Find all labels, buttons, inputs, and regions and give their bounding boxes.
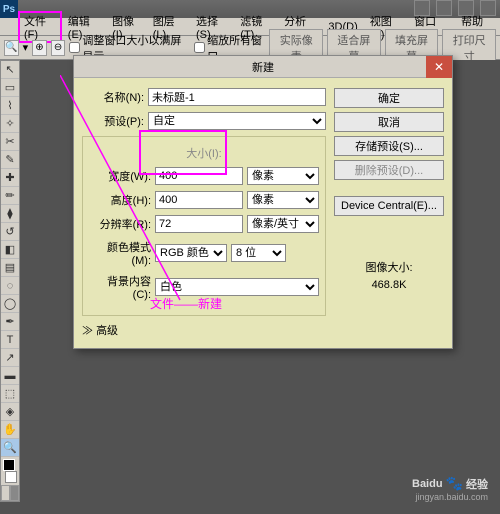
width-unit-select[interactable]: 像素	[247, 167, 319, 185]
lasso-tool-icon[interactable]: ⌇	[1, 97, 19, 115]
move-tool-icon[interactable]: ↖	[1, 61, 19, 79]
3d-cam-tool-icon[interactable]: ◈	[1, 403, 19, 421]
shape-tool-icon[interactable]: ▬	[1, 367, 19, 385]
new-dialog: 新建 ✕ 名称(N): 预设(P): 自定 大小(I): 宽度(W): 像素 高…	[73, 55, 453, 349]
marquee-tool-icon[interactable]: ▭	[1, 79, 19, 97]
toolbox: ↖ ▭ ⌇ ✧ ✂ ✎ ✚ ✏ ⧫ ↺ ◧ ▤ ◌ ◯ ✒ T ↗ ▬ ⬚ ◈ …	[0, 60, 20, 502]
height-input[interactable]	[155, 191, 243, 209]
title-icon-3[interactable]	[458, 0, 474, 16]
mode-select[interactable]: RGB 颜色	[155, 244, 227, 262]
eraser-tool-icon[interactable]: ◧	[1, 241, 19, 259]
annotation-text: 文件——新建	[150, 295, 222, 312]
save-preset-button[interactable]: 存储预设(S)...	[334, 136, 444, 156]
title-icon-1[interactable]	[414, 0, 430, 16]
3d-tool-icon[interactable]: ⬚	[1, 385, 19, 403]
ok-button[interactable]: 确定	[334, 88, 444, 108]
watermark: Baidu🐾经验 jingyan.baidu.com	[412, 475, 488, 502]
width-input[interactable]	[155, 167, 243, 185]
hand-tool-icon[interactable]: ✋	[1, 421, 19, 439]
preset-label: 预设(P):	[82, 113, 144, 129]
brush-tool-icon[interactable]: ✏	[1, 187, 19, 205]
close-icon[interactable]: ✕	[426, 56, 452, 78]
zoom-out-icon[interactable]: ⊖	[51, 40, 66, 56]
bg-label: 背景内容(C):	[89, 273, 151, 301]
zoom-in-icon[interactable]: ⊕	[32, 40, 47, 56]
dropdown-arrow-icon[interactable]: ▾	[23, 41, 29, 54]
resolution-input[interactable]	[155, 215, 243, 233]
path-tool-icon[interactable]: ↗	[1, 349, 19, 367]
device-central-button[interactable]: Device Central(E)...	[334, 196, 444, 216]
blur-tool-icon[interactable]: ◌	[1, 277, 19, 295]
advanced-toggle[interactable]: 高级	[82, 322, 326, 338]
type-tool-icon[interactable]: T	[1, 331, 19, 349]
eyedropper-tool-icon[interactable]: ✎	[1, 151, 19, 169]
crop-tool-icon[interactable]: ✂	[1, 133, 19, 151]
wand-tool-icon[interactable]: ✧	[1, 115, 19, 133]
depth-select[interactable]: 8 位	[231, 244, 286, 262]
name-input[interactable]	[148, 88, 326, 106]
dialog-title: 新建 ✕	[74, 56, 452, 78]
history-tool-icon[interactable]: ↺	[1, 223, 19, 241]
resolution-unit-select[interactable]: 像素/英寸	[247, 215, 319, 233]
image-size-info: 图像大小: 468.8K	[334, 260, 444, 293]
quick-mask-icon[interactable]	[1, 485, 19, 501]
preset-select[interactable]: 自定	[148, 112, 326, 130]
bg-select[interactable]: 白色	[155, 278, 319, 296]
fg-bg-colors[interactable]	[3, 459, 17, 483]
height-label: 高度(H):	[89, 192, 151, 208]
title-icon-2[interactable]	[436, 0, 452, 16]
stamp-tool-icon[interactable]: ⧫	[1, 205, 19, 223]
size-label: 大小(I):	[89, 145, 319, 161]
zoom-tool-icon[interactable]: 🔍	[1, 439, 19, 457]
pen-tool-icon[interactable]: ✒	[1, 313, 19, 331]
title-icon-4[interactable]	[480, 0, 496, 16]
resolution-label: 分辨率(R):	[89, 216, 151, 232]
heal-tool-icon[interactable]: ✚	[1, 169, 19, 187]
delete-preset-button: 删除预设(D)...	[334, 160, 444, 180]
width-label: 宽度(W):	[89, 168, 151, 184]
mode-label: 颜色模式(M):	[89, 239, 151, 267]
height-unit-select[interactable]: 像素	[247, 191, 319, 209]
menu-file[interactable]: 文件(F)	[18, 11, 62, 43]
ps-logo-icon: Ps	[0, 0, 18, 18]
title-icons	[414, 0, 496, 16]
cancel-button[interactable]: 取消	[334, 112, 444, 132]
paw-icon: 🐾	[446, 475, 463, 492]
gradient-tool-icon[interactable]: ▤	[1, 259, 19, 277]
name-label: 名称(N):	[82, 89, 144, 105]
zoom-tool-icon[interactable]: 🔍	[4, 40, 19, 56]
dodge-tool-icon[interactable]: ◯	[1, 295, 19, 313]
